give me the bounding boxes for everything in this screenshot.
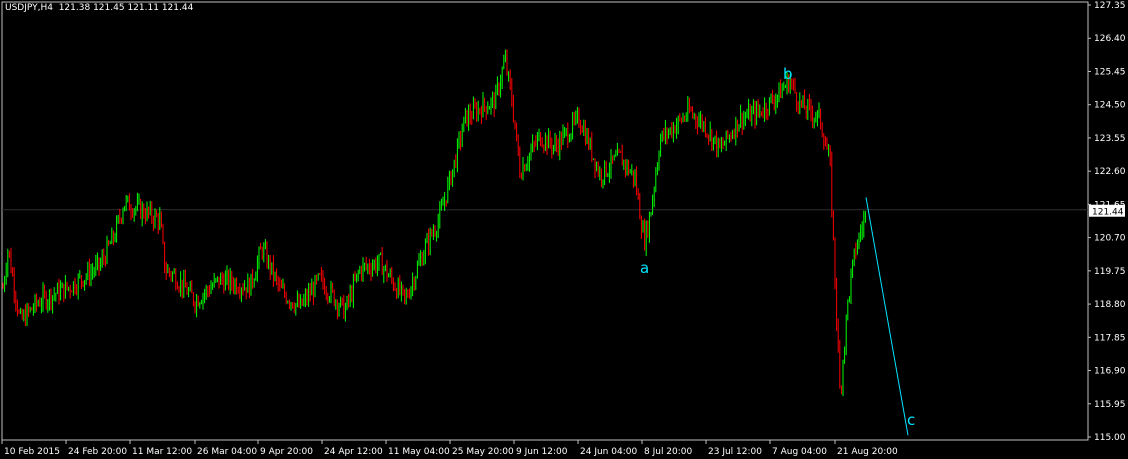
price-label: 119.75 — [1094, 267, 1126, 277]
price-label: 115.95 — [1094, 400, 1126, 410]
price-label: 116.90 — [1094, 367, 1126, 377]
price-label: 117.85 — [1094, 333, 1126, 343]
wave-label-b: b — [783, 65, 793, 83]
time-label: 11 Mar 12:00 — [132, 447, 192, 457]
time-label: 21 Aug 20:00 — [837, 447, 898, 457]
wave-label-c: c — [907, 411, 915, 429]
current-price-label: 121.44 — [1092, 208, 1124, 218]
wave-c-line[interactable] — [865, 197, 909, 436]
time-label: 26 Mar 04:00 — [197, 447, 257, 457]
close-value: 121.44 — [161, 3, 194, 13]
plot-frame — [1, 1, 1089, 441]
price-label: 123.55 — [1094, 134, 1126, 144]
price-label: 127.35 — [1094, 1, 1126, 11]
low-value: 121.11 — [127, 3, 159, 13]
symbol-label: USDJPY,H4 — [5, 3, 53, 13]
price-label: 122.60 — [1094, 167, 1126, 177]
price-label: 124.50 — [1094, 101, 1126, 111]
ohlc-header: USDJPY,H4 121.38 121.45 121.11 121.44 — [5, 3, 193, 13]
time-label: 9 Apr 20:00 — [260, 447, 313, 457]
time-label: 9 Jun 12:00 — [516, 447, 568, 457]
time-label: 10 Feb 2015 — [4, 447, 60, 457]
wave-label-a: a — [640, 259, 649, 277]
time-label: 8 Jul 20:00 — [644, 447, 693, 457]
chart-window[interactable]: 127.35 126.40 125.45 124.50 123.55 122.60 121.… — [0, 0, 1128, 459]
time-label: 25 May 20:00 — [452, 447, 514, 457]
time-label: 23 Jul 12:00 — [708, 447, 762, 457]
price-label: 126.40 — [1094, 34, 1126, 44]
price-chart[interactable]: 127.35 126.40 125.45 124.50 123.55 122.60 121.… — [0, 0, 1128, 459]
time-label: 24 Jun 04:00 — [580, 447, 637, 457]
high-value: 121.45 — [93, 3, 125, 13]
time-label: 24 Apr 12:00 — [324, 447, 383, 457]
price-label: 115.00 — [1094, 433, 1126, 443]
price-label: 118.80 — [1094, 300, 1126, 310]
time-label: 24 Feb 20:00 — [68, 447, 127, 457]
open-value: 121.38 — [58, 3, 91, 13]
price-label: 120.70 — [1094, 234, 1126, 244]
time-label: 11 May 04:00 — [388, 447, 450, 457]
price-label: 125.45 — [1094, 67, 1126, 77]
time-label: 7 Aug 04:00 — [772, 447, 827, 457]
